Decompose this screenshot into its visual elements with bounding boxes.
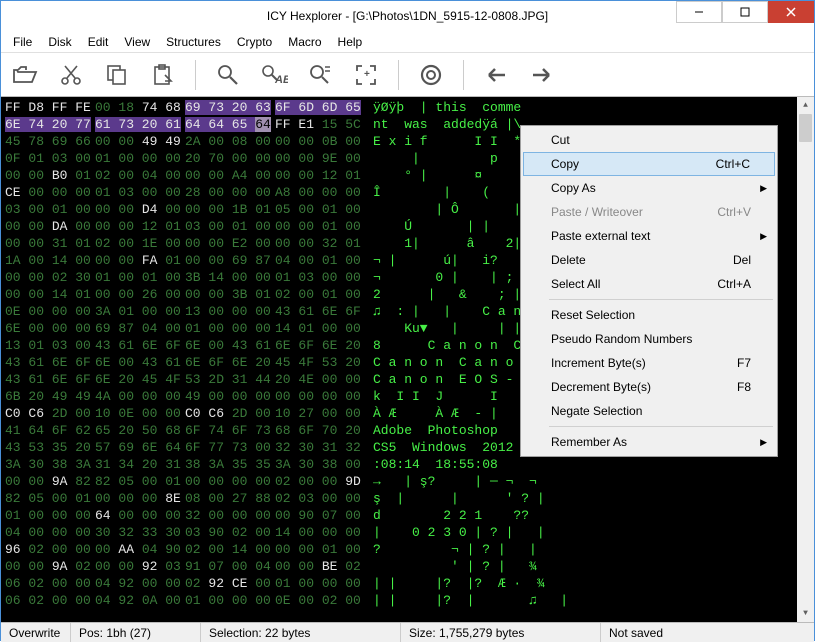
context-cut[interactable]: Cut bbox=[523, 128, 775, 152]
ascii-cell: | 0 2 3 0 | ? | | bbox=[365, 524, 695, 541]
copy-icon[interactable] bbox=[101, 59, 133, 91]
window-title: ICY Hexplorer - [G:\Photos\1DN_5915-12-0… bbox=[267, 9, 548, 23]
scroll-up-icon[interactable]: ▲ bbox=[797, 97, 814, 114]
context-copy[interactable]: Copy Ctrl+C bbox=[523, 152, 775, 176]
chevron-right-icon: ▶ bbox=[760, 437, 767, 448]
chevron-right-icon: ▶ bbox=[760, 183, 767, 194]
find-next-icon[interactable] bbox=[304, 59, 336, 91]
menubar: FileDiskEditViewStructuresCryptoMacroHel… bbox=[1, 31, 814, 53]
find-icon[interactable] bbox=[212, 59, 244, 91]
menu-edit[interactable]: Edit bbox=[80, 33, 117, 51]
hex-row[interactable]: FF D8 FF FE00 18 74 6869 73 20 636F 6D 6… bbox=[5, 99, 793, 116]
chevron-right-icon: ▶ bbox=[760, 231, 767, 242]
context-label: Cut bbox=[551, 133, 570, 147]
context-paste-writeover: Paste / Writeover Ctrl+V bbox=[523, 200, 775, 224]
vertical-scrollbar[interactable]: ▲ ▼ bbox=[797, 97, 814, 622]
context-shortcut: Del bbox=[733, 253, 751, 267]
hex-row[interactable]: 01 00 00 0064 00 00 0032 00 00 0000 90 0… bbox=[5, 507, 793, 524]
titlebar: ICY Hexplorer - [G:\Photos\1DN_5915-12-0… bbox=[1, 1, 814, 31]
ascii-cell: ? ¬ | ? | | bbox=[365, 541, 695, 558]
svg-text:+: + bbox=[364, 69, 370, 80]
context-shortcut: F8 bbox=[737, 380, 751, 394]
status-size: Size: 1,755,279 bytes bbox=[401, 623, 601, 642]
hex-row[interactable]: 06 02 00 0004 92 0A 0001 00 00 000E 00 0… bbox=[5, 592, 793, 609]
scroll-down-icon[interactable]: ▼ bbox=[797, 605, 814, 622]
minimize-button[interactable] bbox=[676, 1, 722, 23]
hex-row[interactable]: 00 00 9A 0200 00 92 0391 07 00 0400 00 B… bbox=[5, 558, 793, 575]
context-increment-byte-s-[interactable]: Increment Byte(s) F7 bbox=[523, 351, 775, 375]
status-selection: Selection: 22 bytes bbox=[201, 623, 401, 642]
scroll-thumb[interactable] bbox=[799, 114, 812, 142]
menu-structures[interactable]: Structures bbox=[158, 33, 229, 51]
status-mode: Overwrite bbox=[1, 623, 71, 642]
options-icon[interactable] bbox=[415, 59, 447, 91]
ascii-cell: ' | ? | ¾ bbox=[365, 558, 695, 575]
context-label: Negate Selection bbox=[551, 404, 642, 418]
close-button[interactable] bbox=[768, 1, 814, 23]
ascii-cell: d 2 2 1 ?? bbox=[365, 507, 695, 524]
status-position: Pos: 1bh (27) bbox=[71, 623, 201, 642]
context-label: Reset Selection bbox=[551, 308, 635, 322]
context-separator bbox=[549, 426, 773, 427]
ascii-cell: | | |? |? Æ · ¾ bbox=[365, 575, 695, 592]
context-label: Delete bbox=[551, 253, 586, 267]
ascii-cell: ş | | ' ? | bbox=[365, 490, 695, 507]
menu-file[interactable]: File bbox=[5, 33, 40, 51]
context-negate-selection[interactable]: Negate Selection bbox=[523, 399, 775, 423]
hex-row[interactable]: 82 05 00 0100 00 00 8E08 00 27 8802 03 0… bbox=[5, 490, 793, 507]
fullscreen-icon[interactable]: + bbox=[350, 59, 382, 91]
hex-row[interactable]: 04 00 00 0030 32 33 3003 90 02 0014 00 0… bbox=[5, 524, 793, 541]
menu-disk[interactable]: Disk bbox=[40, 33, 79, 51]
context-shortcut: Ctrl+A bbox=[717, 277, 751, 291]
context-shortcut: Ctrl+V bbox=[717, 205, 751, 219]
context-decrement-byte-s-[interactable]: Decrement Byte(s) F8 bbox=[523, 375, 775, 399]
toolbar: AB + bbox=[1, 53, 814, 97]
context-copy-as[interactable]: Copy As ▶ bbox=[523, 176, 775, 200]
ascii-cell: ÿØÿþ | this comme bbox=[365, 99, 695, 116]
hex-row[interactable]: 06 02 00 0004 92 00 0002 92 CE 0001 00 0… bbox=[5, 575, 793, 592]
context-label: Select All bbox=[551, 277, 600, 291]
context-delete[interactable]: Delete Del bbox=[523, 248, 775, 272]
context-shortcut: Ctrl+C bbox=[716, 157, 750, 171]
statusbar: Overwrite Pos: 1bh (27) Selection: 22 by… bbox=[1, 622, 814, 642]
context-separator bbox=[549, 299, 773, 300]
status-saved: Not saved bbox=[601, 623, 814, 642]
open-icon[interactable] bbox=[9, 59, 41, 91]
context-menu: Cut Copy Ctrl+C Copy As ▶ Paste / Writeover Ct… bbox=[520, 125, 778, 457]
ascii-cell: | | |? | ♫ | bbox=[365, 592, 695, 609]
context-label: Copy bbox=[551, 157, 579, 171]
context-label: Pseudo Random Numbers bbox=[551, 332, 692, 346]
menu-macro[interactable]: Macro bbox=[280, 33, 329, 51]
hex-row[interactable]: 96 02 00 0000 AA 04 9002 00 14 0000 00 0… bbox=[5, 541, 793, 558]
context-label: Remember As bbox=[551, 435, 627, 449]
prev-arrow-icon[interactable] bbox=[480, 59, 512, 91]
context-label: Increment Byte(s) bbox=[551, 356, 646, 370]
ascii-cell: :08:14 18:55:08 bbox=[365, 456, 695, 473]
hex-row[interactable]: 00 00 9A 8282 05 00 0100 00 00 0002 00 0… bbox=[5, 473, 793, 490]
cut-icon[interactable] bbox=[55, 59, 87, 91]
hex-row[interactable]: 3A 30 38 3A31 34 20 3138 3A 35 353A 30 3… bbox=[5, 456, 793, 473]
paste-icon[interactable] bbox=[147, 59, 179, 91]
context-remember-as[interactable]: Remember As ▶ bbox=[523, 430, 775, 454]
svg-text:AB: AB bbox=[274, 74, 288, 86]
context-shortcut: F7 bbox=[737, 356, 751, 370]
menu-view[interactable]: View bbox=[116, 33, 158, 51]
find-text-icon[interactable]: AB bbox=[258, 59, 290, 91]
context-label: Decrement Byte(s) bbox=[551, 380, 651, 394]
context-label: Paste external text bbox=[551, 229, 650, 243]
menu-help[interactable]: Help bbox=[330, 33, 371, 51]
context-label: Paste / Writeover bbox=[551, 205, 643, 219]
menu-crypto[interactable]: Crypto bbox=[229, 33, 280, 51]
context-select-all[interactable]: Select All Ctrl+A bbox=[523, 272, 775, 296]
next-arrow-icon[interactable] bbox=[526, 59, 558, 91]
context-paste-external-text[interactable]: Paste external text ▶ bbox=[523, 224, 775, 248]
ascii-cell: → | ş? | ─ ¬ ¬ bbox=[365, 473, 695, 490]
context-pseudo-random-numbers[interactable]: Pseudo Random Numbers bbox=[523, 327, 775, 351]
context-label: Copy As bbox=[551, 181, 596, 195]
context-reset-selection[interactable]: Reset Selection bbox=[523, 303, 775, 327]
maximize-button[interactable] bbox=[722, 1, 768, 23]
